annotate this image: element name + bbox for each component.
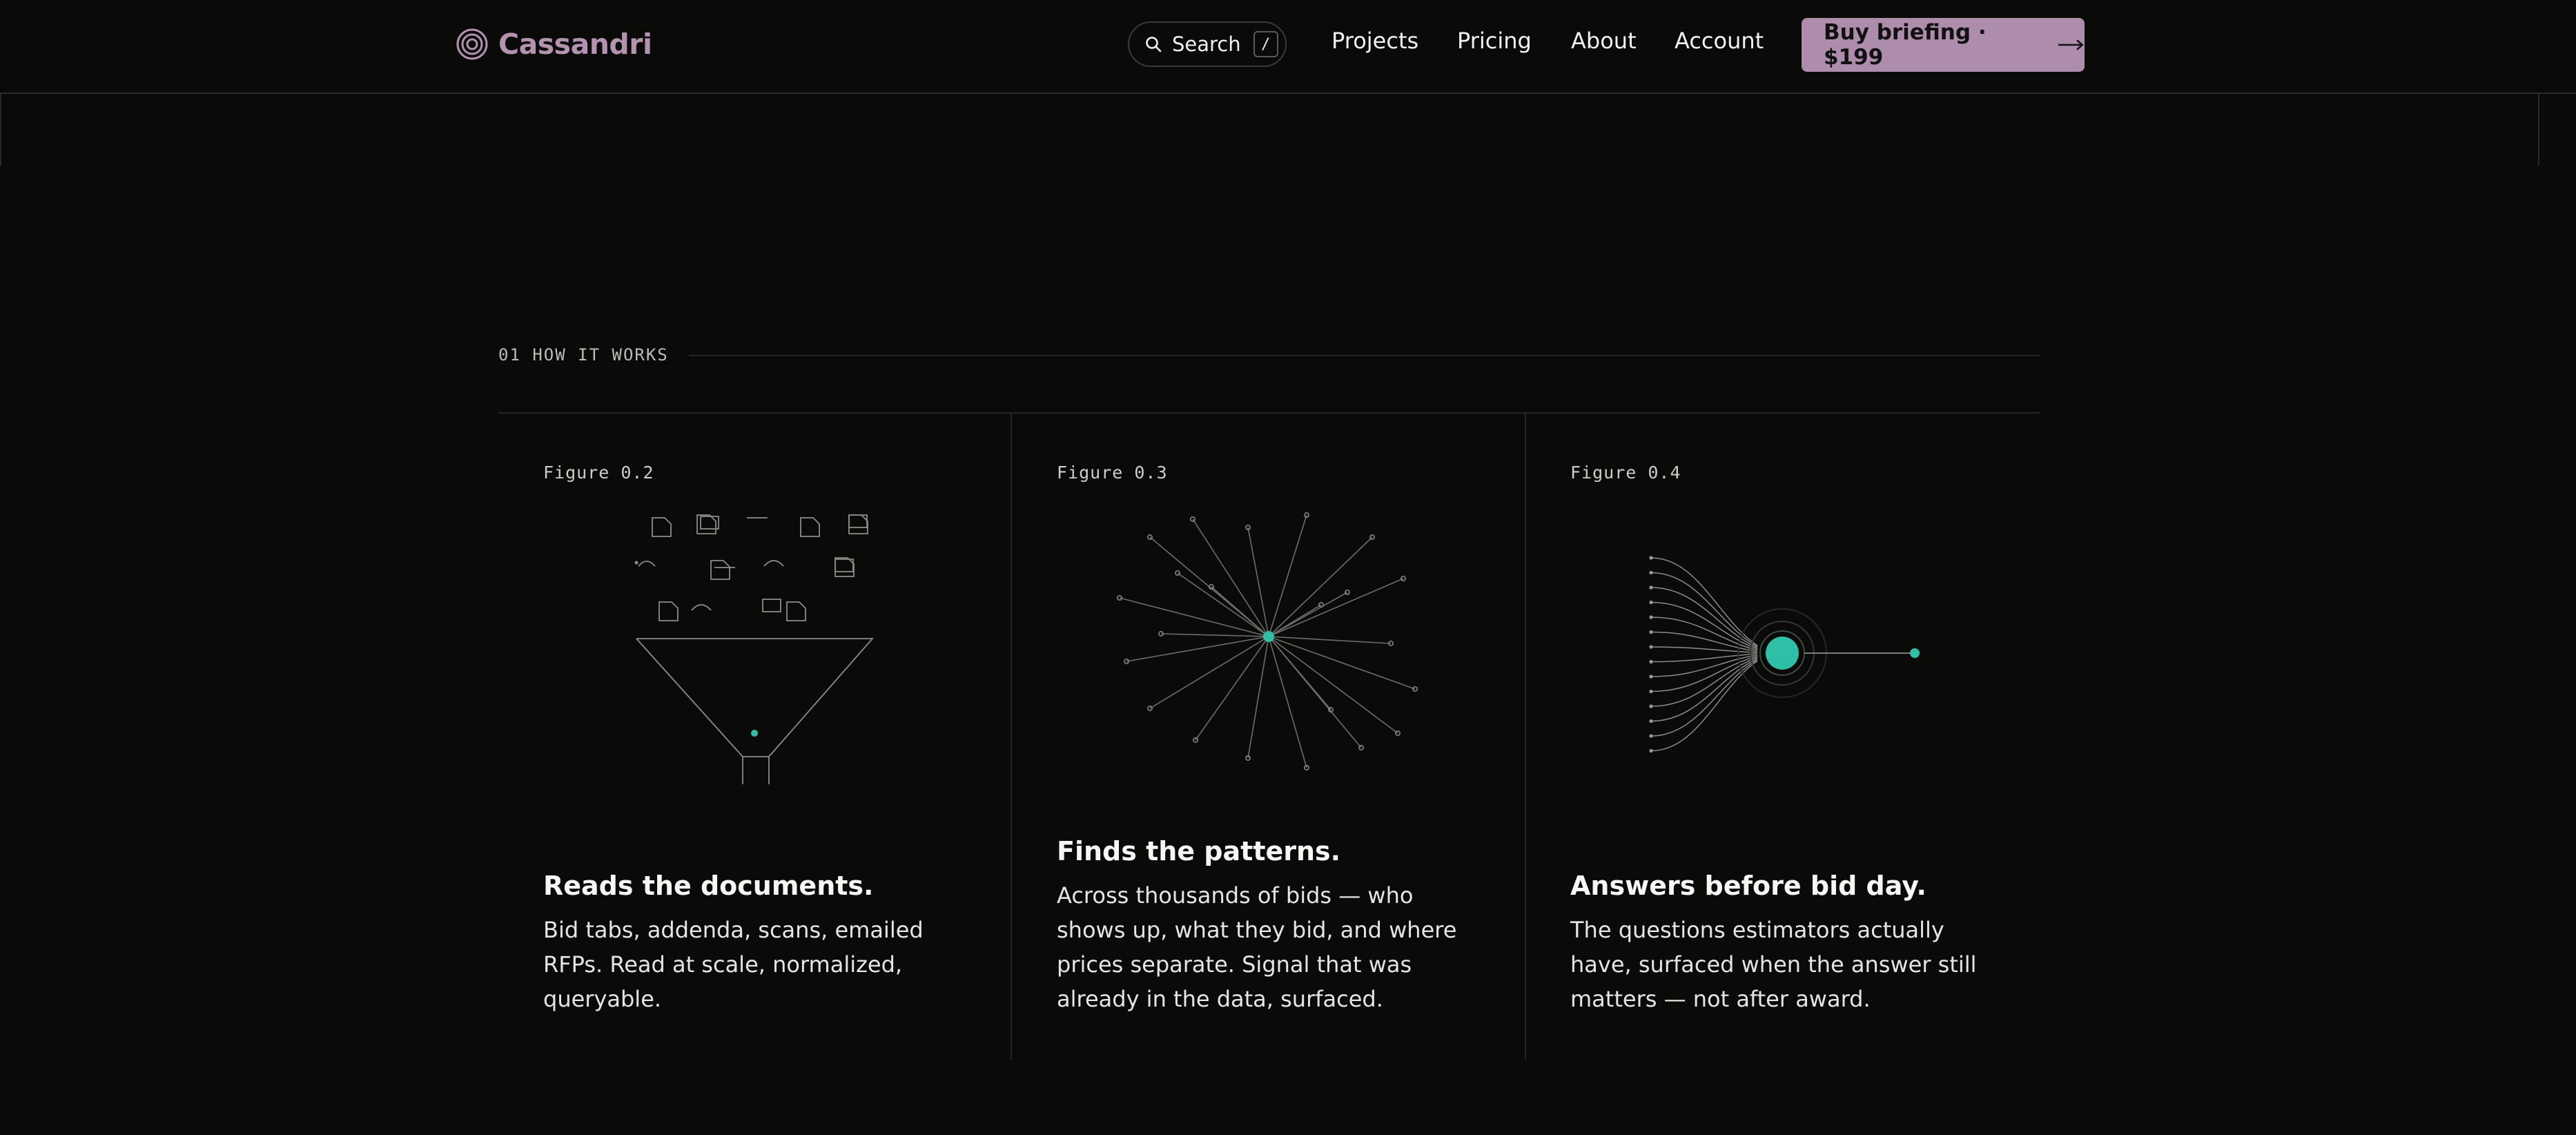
- search-shortcut-key: /: [1253, 31, 1278, 57]
- accent-dot: [751, 730, 758, 737]
- converging-curve: [1650, 646, 1758, 654]
- document-shape: [762, 599, 781, 612]
- search-icon: [1146, 37, 1162, 52]
- right-rail: [2538, 94, 2539, 166]
- converging-curve: [1650, 660, 1758, 752]
- source-node: [1649, 659, 1653, 664]
- document-arc: [638, 561, 656, 567]
- source-node: [1649, 556, 1653, 560]
- document-shape: [848, 514, 868, 528]
- document-shape: [658, 601, 679, 621]
- network-edge: [1195, 636, 1269, 741]
- card-body: The questions estimators actually have, …: [1570, 917, 1977, 1012]
- funnel-shape: [636, 638, 874, 757]
- figure-label: Figure 0.4: [1570, 463, 1681, 483]
- source-node: [1649, 585, 1653, 590]
- section-label: 01 HOW IT WORKS: [498, 345, 669, 365]
- radial-network-illustration: [1117, 512, 1418, 770]
- source-node: [1649, 570, 1653, 575]
- card-title: Answers before bid day.: [1570, 871, 1926, 901]
- column-divider: [1011, 414, 1012, 1060]
- source-node: [1649, 630, 1653, 634]
- card-body: Across thousands of bids — who shows up,…: [1057, 882, 1457, 1012]
- search-button[interactable]: Search /: [1128, 21, 1287, 67]
- convergence-illustration: [1649, 556, 1920, 753]
- source-node: [1649, 615, 1653, 619]
- concentric-circles-logo-icon: [456, 28, 488, 60]
- site-header: Cassandri Search / Projects Pricing Abou…: [0, 0, 2576, 94]
- buy-briefing-button[interactable]: Buy briefing · $199: [1802, 18, 2085, 72]
- card-title: Reads the documents.: [543, 871, 874, 901]
- accent-core: [1766, 637, 1799, 670]
- funnel-illustration: [634, 514, 874, 784]
- network-edge: [1160, 633, 1269, 637]
- nav-link-account[interactable]: Account: [1675, 28, 1764, 54]
- document-shape: [710, 560, 730, 580]
- nav-link-about[interactable]: About: [1571, 28, 1637, 54]
- document-shape: [786, 601, 806, 621]
- document-shape: [652, 517, 672, 537]
- section-label-rule: [689, 355, 2040, 356]
- nav-link-pricing[interactable]: Pricing: [1457, 28, 1532, 54]
- nav-link-projects[interactable]: Projects: [1331, 28, 1418, 54]
- document-shape: [848, 514, 868, 534]
- source-node: [1649, 675, 1653, 679]
- column-divider: [1525, 414, 1526, 1060]
- left-rail: [0, 94, 1, 166]
- document-shape: [800, 517, 820, 537]
- network-edge: [1268, 636, 1392, 644]
- source-node: [1649, 748, 1653, 753]
- brand-name: Cassandri: [498, 28, 652, 61]
- converging-curve: [1650, 617, 1758, 651]
- network-edge: [1177, 572, 1269, 637]
- document-arc: [691, 604, 712, 611]
- converging-curve: [1650, 653, 1758, 663]
- brand-logo[interactable]: Cassandri: [456, 28, 652, 61]
- card-body: Bid tabs, addenda, scans, emailed RFPs. …: [543, 917, 924, 1012]
- particle-dot: [634, 561, 638, 565]
- figure-label: Figure 0.3: [1057, 463, 1168, 483]
- section-grid-rule: [498, 412, 2040, 414]
- search-label: Search: [1172, 32, 1241, 56]
- network-edge: [1268, 636, 1307, 768]
- source-node: [1649, 600, 1653, 605]
- network-edge: [1268, 636, 1398, 734]
- card-title: Finds the patterns.: [1057, 836, 1341, 866]
- network-edge: [1247, 636, 1269, 759]
- source-node: [1649, 734, 1653, 738]
- figure-label: Figure 0.2: [543, 463, 654, 483]
- arrow-right-icon: [2058, 39, 2085, 50]
- source-node: [1649, 689, 1653, 694]
- accent-hub: [1263, 631, 1274, 642]
- buy-briefing-label: Buy briefing · $199: [1824, 20, 1987, 70]
- network-edge: [1268, 578, 1404, 637]
- source-node: [1649, 704, 1653, 708]
- document-arc: [763, 560, 784, 567]
- document-shape: [835, 557, 855, 577]
- document-shape: [696, 514, 716, 534]
- source-node: [1649, 719, 1653, 724]
- accent-output-dot: [1910, 648, 1920, 658]
- converging-curve: [1650, 658, 1758, 722]
- converging-curve: [1650, 654, 1758, 677]
- source-node: [1649, 645, 1653, 649]
